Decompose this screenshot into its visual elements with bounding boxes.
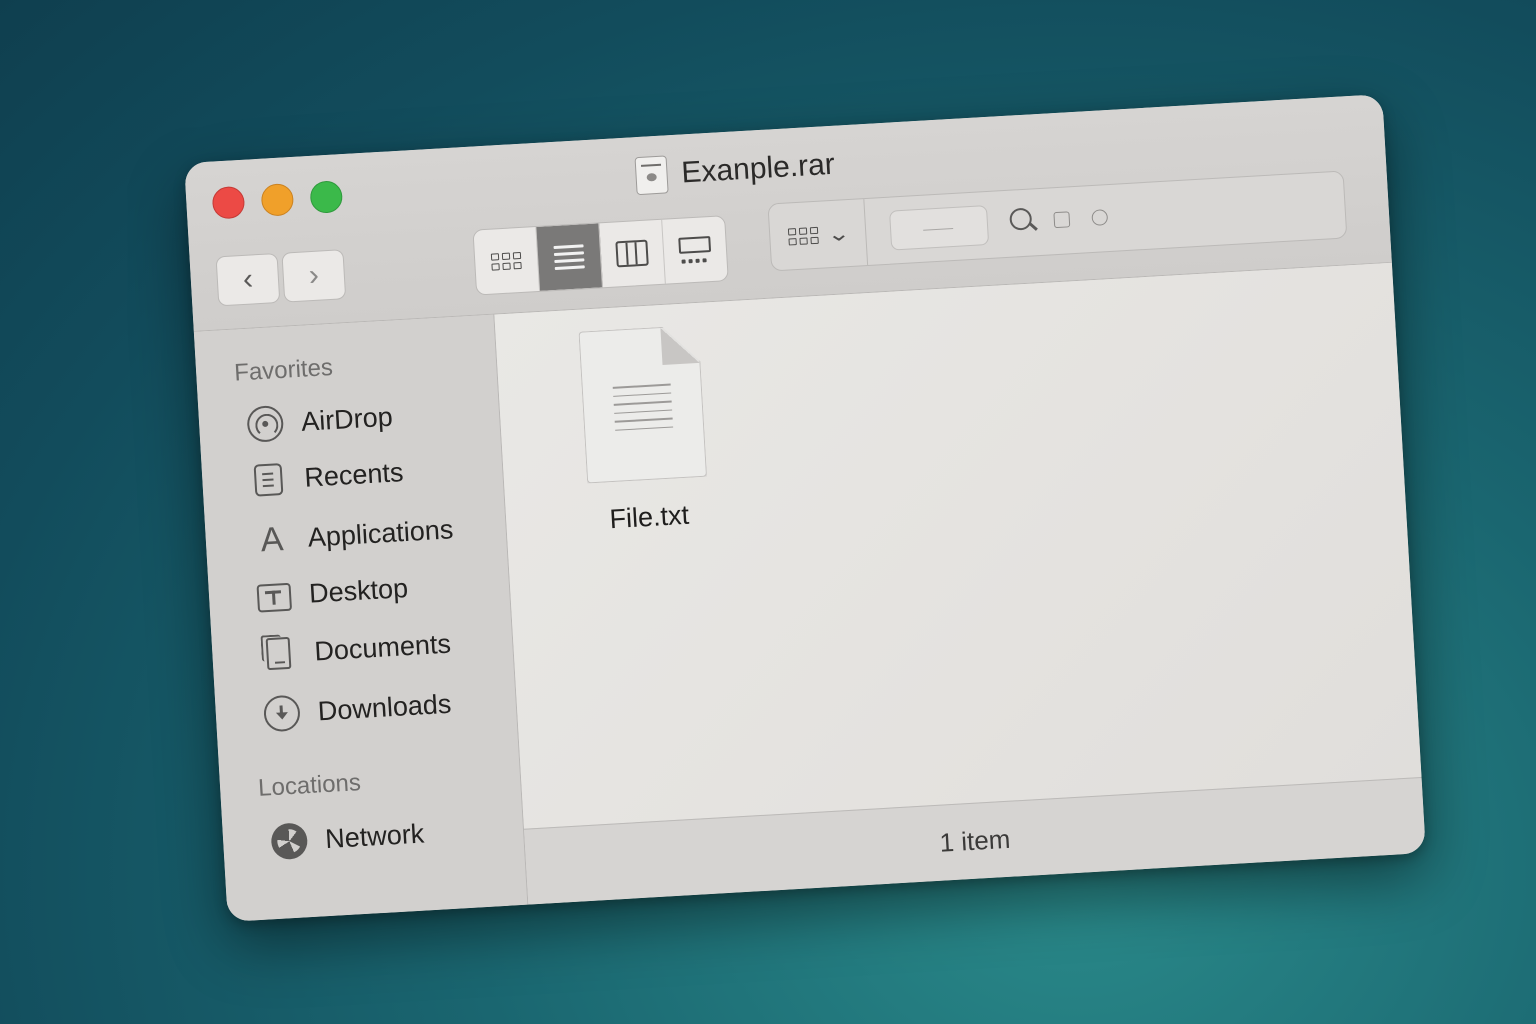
group-by-icon — [787, 226, 819, 245]
column-view-button[interactable] — [599, 219, 666, 288]
list-view-button[interactable] — [536, 223, 603, 291]
sidebar-item-label: Documents — [313, 628, 452, 666]
sidebar: Favorites AirDrop Recents A Applications… — [193, 314, 529, 922]
downloads-icon — [262, 694, 301, 733]
sidebar-item-recents[interactable]: Recents — [250, 456, 405, 497]
window-title-area: Exanple.rar — [634, 146, 836, 196]
navigation-buttons: ‹ › — [215, 249, 347, 307]
text-document-icon — [578, 325, 707, 484]
tag-circle-icon[interactable] — [1091, 209, 1109, 226]
icon-view-button[interactable] — [473, 226, 541, 295]
tag-square-icon[interactable] — [1053, 211, 1071, 229]
window-title: Exanple.rar — [680, 147, 836, 190]
group-by-button[interactable]: ⌄ — [768, 199, 869, 271]
back-button[interactable]: ‹ — [215, 252, 281, 307]
sidebar-item-label: Network — [324, 817, 425, 854]
chevron-right-icon: › — [307, 258, 320, 293]
sidebar-item-label: Applications — [306, 513, 455, 553]
sidebar-item-label: Downloads — [317, 688, 453, 726]
locations-heading: Locations — [257, 769, 362, 802]
chevron-down-icon: ⌄ — [826, 222, 852, 246]
sidebar-item-applications[interactable]: A Applications — [253, 511, 455, 560]
sidebar-item-network[interactable]: Network — [270, 815, 425, 861]
column-view-icon — [615, 239, 649, 268]
sidebar-item-desktop[interactable]: Desktop — [256, 572, 409, 613]
sidebar-item-label: Recents — [303, 456, 405, 493]
gallery-view-button[interactable] — [662, 216, 728, 283]
applications-icon: A — [259, 520, 285, 560]
toolbar-field[interactable] — [889, 205, 990, 251]
toolbar-right-group: ⌄ — [767, 170, 1348, 272]
airdrop-icon — [246, 404, 285, 443]
network-icon — [270, 822, 309, 861]
search-icon[interactable] — [1009, 207, 1033, 231]
item-count: 1 item — [938, 823, 1012, 858]
favorites-heading: Favorites — [233, 353, 334, 387]
view-mode-switcher — [472, 215, 729, 296]
forward-button[interactable]: › — [281, 249, 347, 303]
documents-icon — [265, 636, 292, 671]
archive-icon — [634, 155, 669, 196]
sidebar-item-downloads[interactable]: Downloads — [262, 686, 453, 733]
file-item[interactable]: File.txt — [573, 325, 715, 537]
icon-view-icon — [490, 251, 522, 271]
minimize-button[interactable] — [260, 182, 295, 217]
sidebar-item-documents[interactable]: Documents — [260, 628, 452, 671]
file-name: File.txt — [608, 499, 690, 535]
sidebar-item-label: Desktop — [308, 572, 409, 609]
file-browser-area[interactable]: File.txt — [494, 262, 1422, 829]
sidebar-item-label: AirDrop — [300, 401, 394, 437]
recents-icon — [253, 463, 284, 497]
close-button[interactable] — [211, 185, 246, 220]
chevron-left-icon: ‹ — [241, 262, 254, 296]
zoom-button[interactable] — [309, 180, 344, 214]
finder-window: Exanple.rar ‹ › ⌄ Favorites AirDrop Rece… — [184, 94, 1426, 922]
desktop-icon — [256, 582, 293, 613]
gallery-view-icon — [678, 236, 712, 264]
list-view-icon — [553, 244, 585, 271]
sidebar-item-airdrop[interactable]: AirDrop — [246, 399, 393, 443]
finder-window-wrapper: Exanple.rar ‹ › ⌄ Favorites AirDrop Rece… — [184, 94, 1426, 922]
